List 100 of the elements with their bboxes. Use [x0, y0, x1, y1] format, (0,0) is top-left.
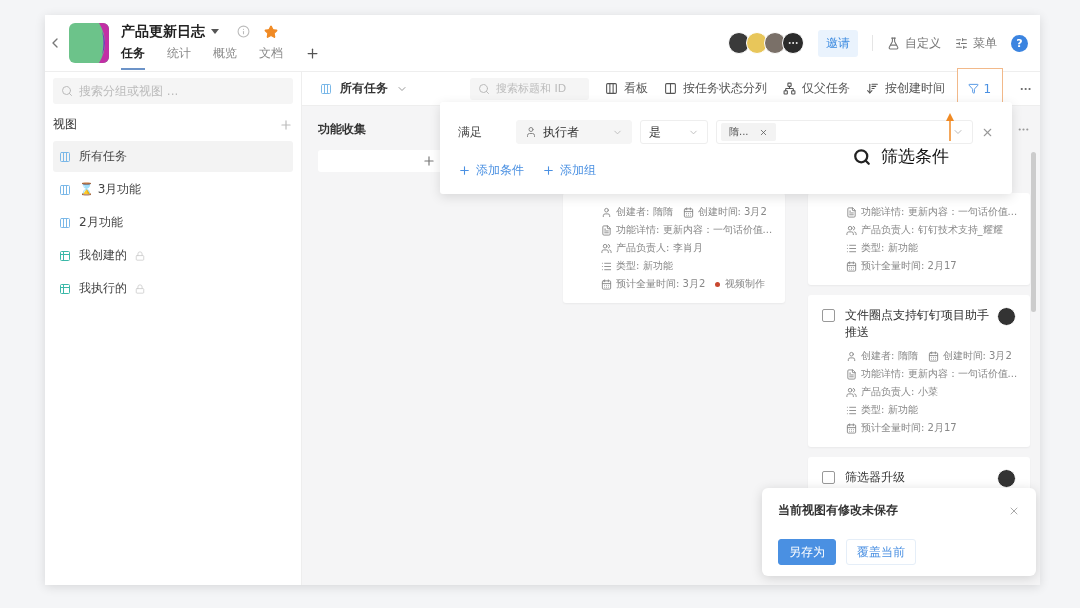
tag-label: 视频制作 — [725, 277, 766, 291]
toast-button[interactable]: 覆盖当前 — [846, 539, 916, 565]
field-text: 创建时间: 3月2 — [942, 349, 1012, 363]
board-icon — [604, 82, 618, 95]
remove-icon[interactable] — [758, 127, 768, 137]
value-tag[interactable]: 隋... — [721, 123, 776, 141]
view-item[interactable]: 2月功能 — [53, 207, 293, 238]
avatar[interactable] — [728, 32, 750, 54]
view-item[interactable]: 我创建的 — [53, 240, 293, 271]
field-text: 类型: 新功能 — [616, 259, 673, 273]
tab[interactable]: 任务 — [121, 44, 145, 70]
sliders-icon — [955, 36, 968, 50]
table-icon — [59, 249, 71, 262]
value-field[interactable]: 隋... — [716, 120, 973, 144]
view-label: 2月功能 — [79, 214, 123, 231]
project-title: 产品更新日志 — [121, 22, 205, 41]
toolbar-button[interactable]: 仅父任务 — [782, 80, 850, 97]
view-label: 我创建的 — [79, 247, 127, 264]
list-icon — [846, 404, 857, 416]
people-icon — [846, 224, 857, 236]
view-dropdown[interactable]: 所有任务 — [320, 80, 408, 97]
view-item[interactable]: ⌛ 3月功能 — [53, 174, 293, 205]
info-icon[interactable] — [237, 25, 250, 38]
annotation-arrow — [945, 113, 955, 141]
plus-icon — [542, 164, 555, 177]
view-label: 所有任务 — [79, 148, 127, 165]
calendar-icon — [601, 278, 612, 290]
field-text: 创建者: 隋隋 — [861, 349, 918, 363]
calendar-icon — [846, 422, 857, 434]
add-group-link[interactable]: 添加组 — [542, 162, 596, 179]
header-action[interactable]: 菜单 — [955, 34, 997, 52]
sort-icon — [865, 82, 879, 95]
checkbox[interactable] — [822, 471, 835, 484]
app-logo — [69, 23, 109, 63]
view-item[interactable]: 所有任务 — [53, 141, 293, 172]
plus-icon — [458, 164, 471, 177]
avatar[interactable] — [782, 32, 804, 54]
task-title: 文件圈点支持钉钉项目助手推送 — [845, 307, 990, 341]
operator-dropdown[interactable]: 是 — [640, 120, 708, 144]
board-icon — [59, 183, 71, 196]
checkbox[interactable] — [822, 309, 835, 322]
table-icon — [59, 282, 71, 295]
list-icon — [601, 260, 612, 272]
field-text: 预计全量时间: 3月2 — [616, 277, 706, 291]
magnifier-icon — [853, 147, 871, 166]
add-condition-link[interactable]: 添加条件 — [458, 162, 524, 179]
header-action[interactable]: 自定义 — [887, 34, 941, 52]
task-title: 筛选器升级 — [845, 469, 906, 486]
field-dropdown[interactable]: 执行者 — [516, 120, 632, 144]
filter-icon — [968, 83, 980, 94]
view-label: ⌛ 3月功能 — [79, 181, 142, 198]
tab[interactable]: 统计 — [167, 44, 191, 70]
help-button[interactable]: ? — [1011, 34, 1028, 52]
person-icon — [525, 126, 537, 138]
field-text: 类型: 新功能 — [861, 241, 918, 255]
view-item[interactable]: 我执行的 — [53, 273, 293, 304]
tab[interactable]: 文档 — [259, 44, 283, 70]
avatar — [997, 307, 1016, 326]
match-label: 满足 — [458, 123, 483, 141]
calendar-icon — [927, 350, 939, 362]
avatar[interactable] — [764, 32, 786, 54]
list-icon — [846, 242, 857, 254]
toolbar-button[interactable]: 按创建时间 — [865, 80, 945, 97]
tab[interactable]: 概览 — [213, 44, 237, 70]
document-icon — [601, 224, 612, 236]
field-text: 产品负责人: 李肖月 — [616, 241, 703, 255]
flask-icon — [887, 36, 900, 50]
column-title: 功能收集 — [318, 120, 366, 138]
star-icon[interactable] — [264, 24, 278, 39]
field-text: 预计全量时间: 2月17 — [861, 259, 957, 273]
board-icon — [59, 216, 71, 229]
people-icon — [601, 242, 612, 254]
field-text: 功能详情: 更新内容：一句话价值... — [616, 223, 773, 237]
field-text: 功能详情: 更新内容：一句话价值... — [861, 367, 1018, 381]
columns-icon — [663, 82, 677, 95]
hierarchy-icon — [782, 82, 796, 95]
task-card[interactable]: 创建者: 隋隋 创建时间: 3月2 功能详情: 更新内容：一句话价值... 产品负责人: 李肖月 类型: 新功能 预计全量时间: 3月2 视频制作 — [563, 193, 785, 303]
annotation-text: 筛选条件 — [881, 145, 949, 168]
field-text: 创建者: 隋隋 — [616, 205, 673, 219]
field-text: 功能详情: 更新内容：一句话价值... — [861, 205, 1018, 219]
person-icon — [601, 206, 612, 218]
task-card[interactable]: 文件圈点支持钉钉项目助手推送 创建者: 隋隋 创建时间: 3月2 功能详情: 更新内容：一句话价值... 产品负责人: 小菜 类型: 新功能 预计全量时间: 2月17 — [808, 295, 1030, 447]
search-icon — [61, 85, 73, 97]
toast-message: 当前视图有修改未保存 — [778, 502, 898, 519]
field-text: 产品负责人: 钉钉技术支持_耀耀 — [861, 223, 1003, 237]
task-card[interactable]: 功能详情: 更新内容：一句话价值... 产品负责人: 钉钉技术支持_耀耀 类型: 新功能 预计全量时间: 2月17 — [808, 193, 1030, 285]
field-text: 创建时间: 3月2 — [697, 205, 767, 219]
caret-icon[interactable] — [211, 29, 219, 34]
board-icon — [320, 82, 332, 95]
toolbar-button[interactable]: 看板 — [604, 80, 648, 97]
person-icon — [846, 350, 857, 362]
field-text: 类型: 新功能 — [861, 403, 918, 417]
field-text: 预计全量时间: 2月17 — [861, 421, 957, 435]
document-icon — [846, 206, 857, 218]
toolbar-button[interactable]: 按任务状态分列 — [663, 80, 767, 97]
view-label: 我执行的 — [79, 280, 127, 297]
board-icon — [59, 150, 71, 163]
add-tab-icon[interactable] — [305, 45, 320, 61]
calendar-icon — [846, 260, 857, 272]
field-text: 产品负责人: 小菜 — [861, 385, 938, 399]
